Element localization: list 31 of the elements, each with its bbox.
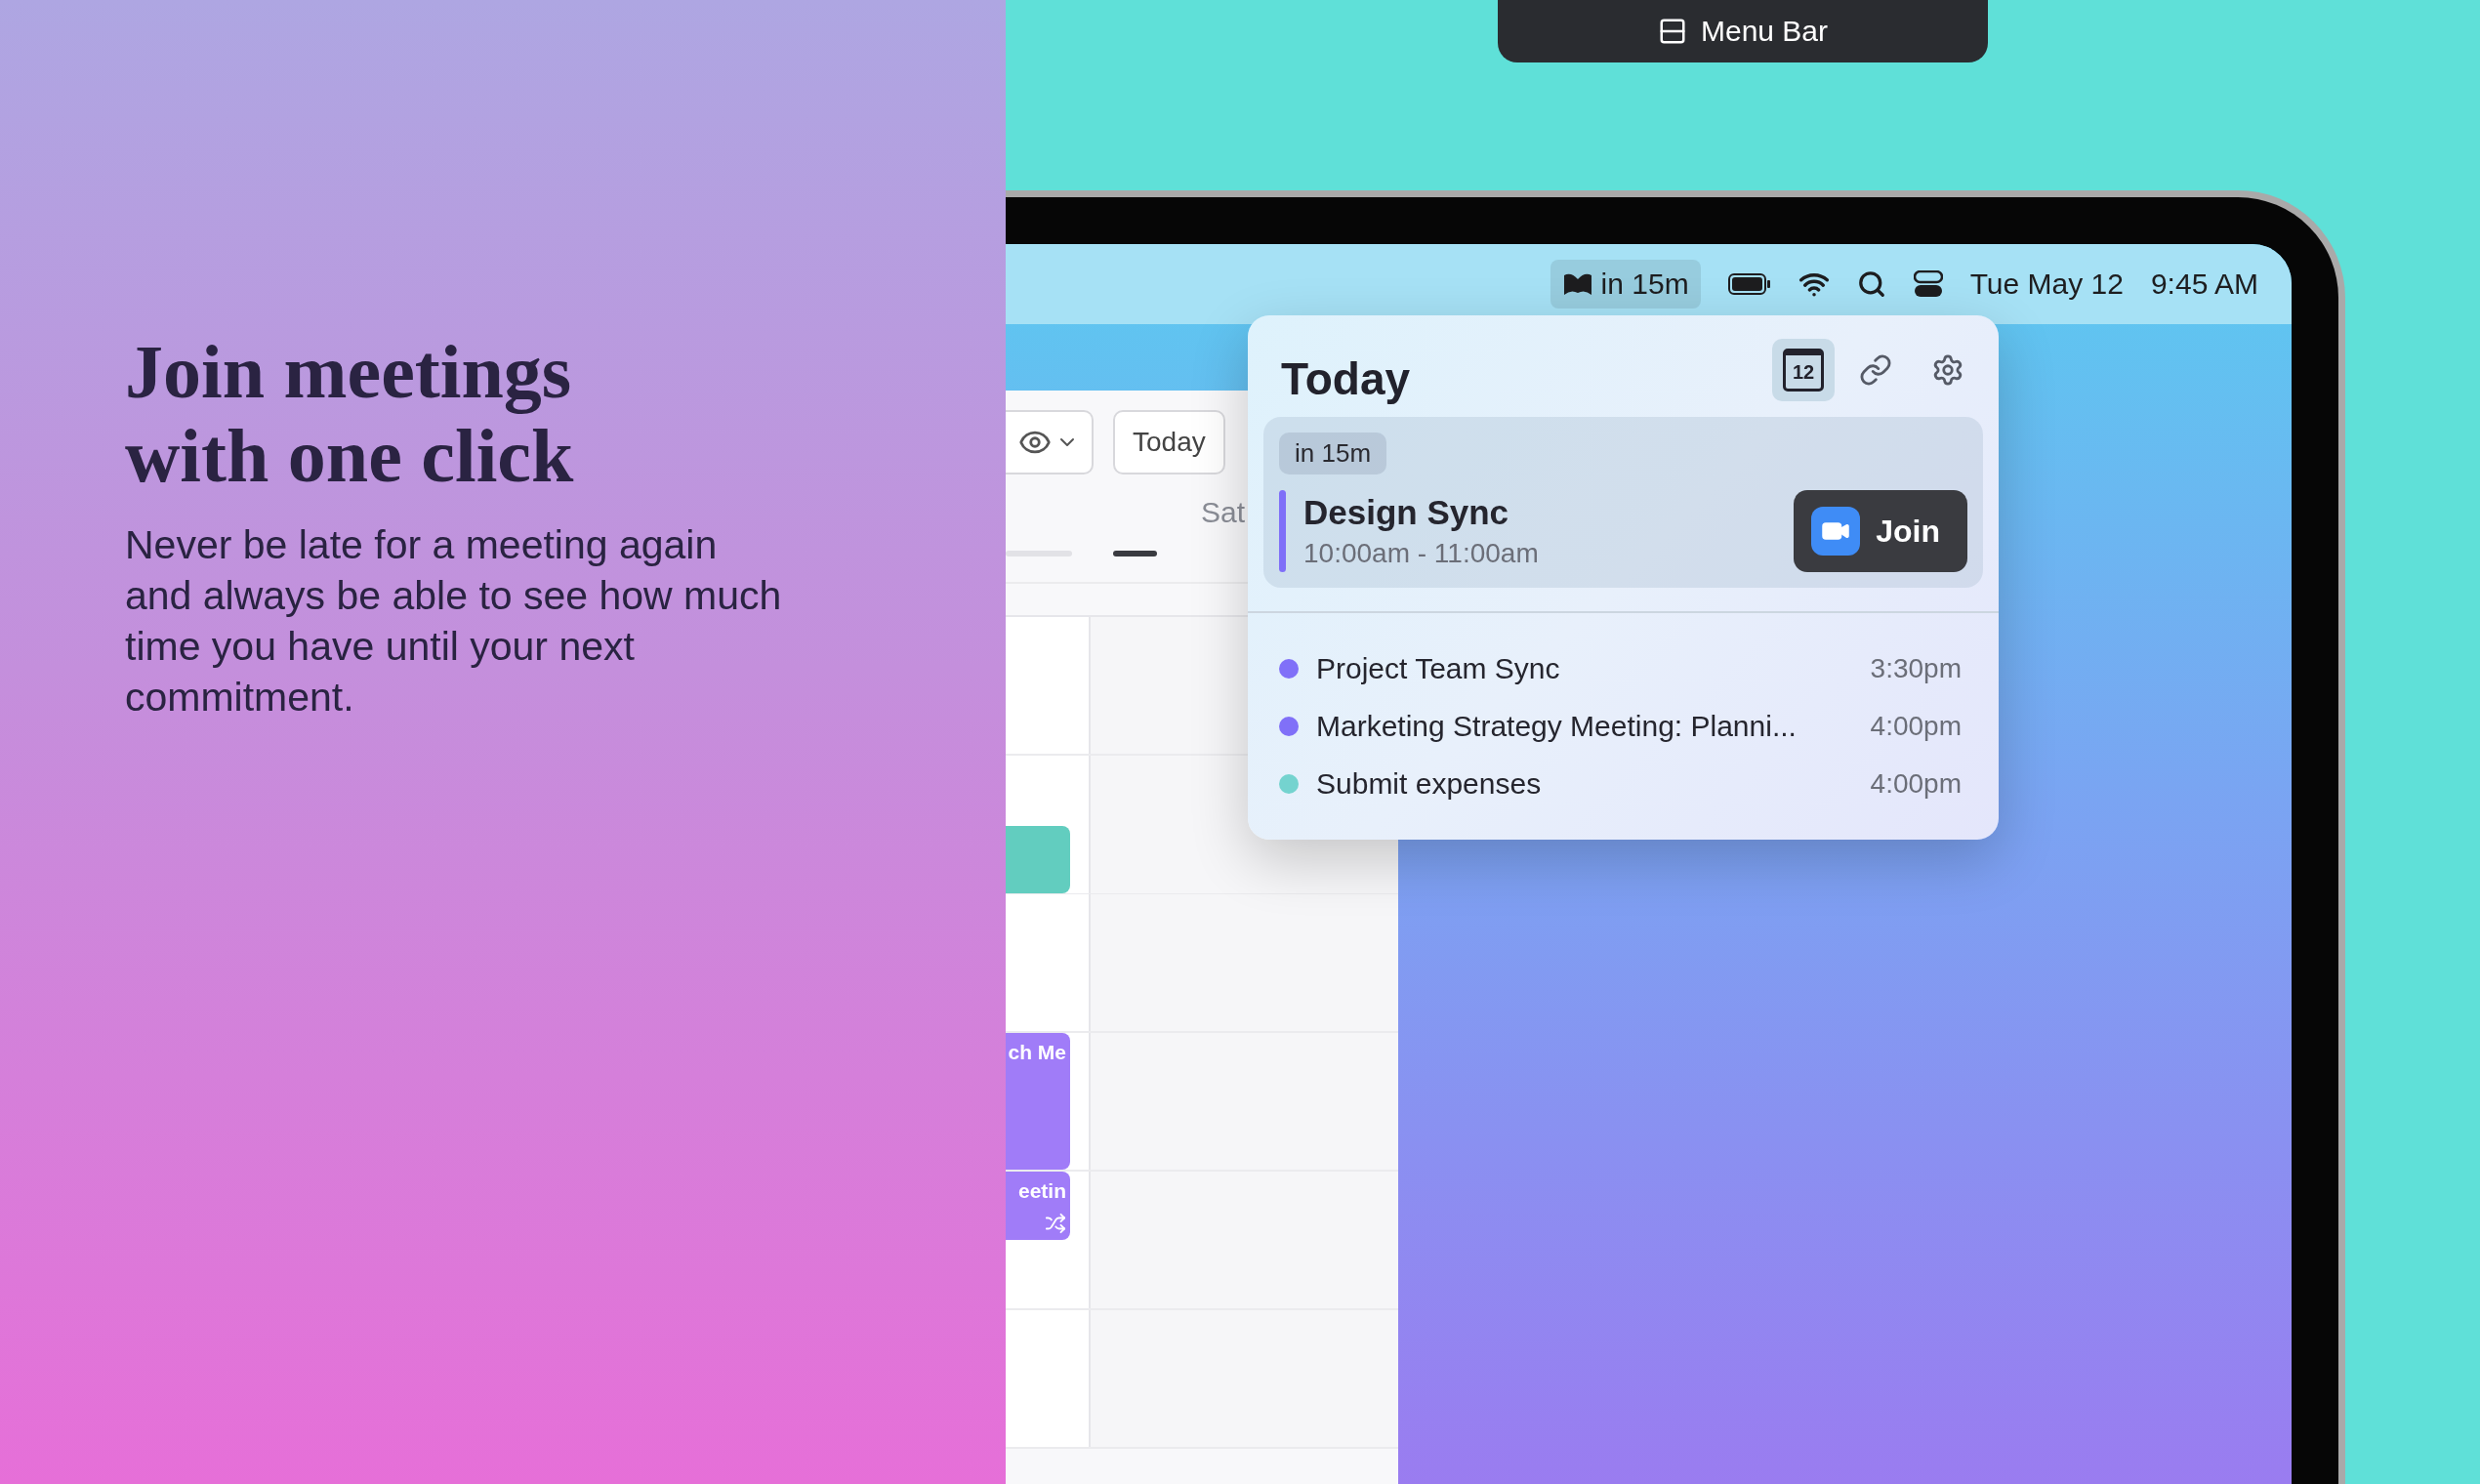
menu-bar-date: Tue May 12 xyxy=(1969,268,2124,301)
menu-bar-time: 9:45 AM xyxy=(2150,268,2258,301)
control-center-icon xyxy=(1913,270,1943,298)
headline: Join meetings with one click xyxy=(125,330,575,498)
app-logo-icon xyxy=(1561,271,1593,297)
popover-title: Today xyxy=(1281,352,1411,405)
scroll-thumb[interactable] xyxy=(1113,551,1157,556)
shuffle-icon xyxy=(1045,1213,1066,1234)
meeting-time: 10:00am - 11:00am xyxy=(1303,538,1540,569)
event-time: 3:30pm xyxy=(1870,653,1962,684)
menu-bar-app-item[interactable]: in 15m xyxy=(1550,260,1701,309)
event-title[interactable]: Submit expenses xyxy=(1316,767,1853,801)
search-icon[interactable] xyxy=(1856,269,1886,299)
settings-icon xyxy=(1931,353,1964,387)
battery-icon xyxy=(1727,273,1771,295)
visibility-dropdown[interactable] xyxy=(1006,410,1094,474)
event-time: 4:00pm xyxy=(1870,711,1962,742)
scroll-track xyxy=(1006,551,1072,556)
calendar-button[interactable]: 12 xyxy=(1772,339,1835,401)
today-button[interactable]: Today xyxy=(1113,410,1225,474)
mode-label-text: Menu Bar xyxy=(1700,15,1829,48)
day-header: Sat xyxy=(1200,496,1245,529)
join-button[interactable]: Join xyxy=(1794,490,1967,572)
countdown-badge: in 15m xyxy=(1279,433,1387,474)
event-title[interactable]: Project Team Sync xyxy=(1316,652,1853,685)
meeting-title: Design Sync xyxy=(1303,493,1510,532)
video-camera-icon xyxy=(1811,507,1861,556)
event-time: 4:00pm xyxy=(1870,768,1962,800)
description: Never be late for a meeting again and always be able to see how much time you have until your next commitment. xyxy=(125,521,783,721)
link-icon xyxy=(1859,353,1892,387)
event-title[interactable]: Marketing Strategy Meeting: Planni... xyxy=(1316,710,1853,743)
